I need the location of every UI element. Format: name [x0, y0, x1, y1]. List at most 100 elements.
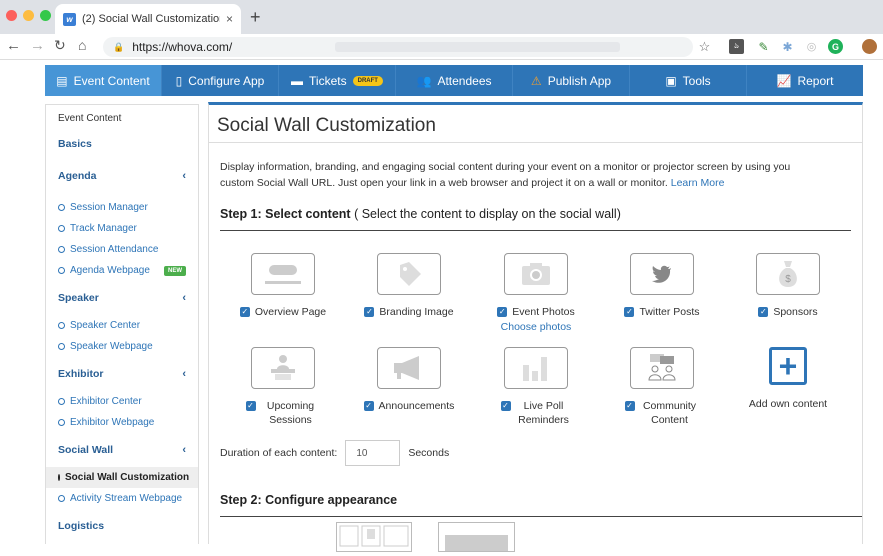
- chevron-left-icon: ‹: [182, 170, 186, 182]
- close-window-button[interactable]: [6, 10, 17, 21]
- camera-icon: [504, 253, 568, 295]
- checkbox-checked[interactable]: ✓: [497, 307, 508, 317]
- reload-icon[interactable]: ↻: [54, 37, 66, 54]
- sidebar-section-exhibitor[interactable]: Exhibitor ‹: [46, 357, 198, 391]
- tab-close-icon[interactable]: ×: [226, 12, 233, 26]
- url-redacted: [335, 42, 620, 52]
- nav-event-content[interactable]: ▤ Event Content: [45, 65, 162, 96]
- content-card-announcements[interactable]: ✓ Announcements: [354, 347, 464, 413]
- nav-publish-app[interactable]: ⚠ Publish App: [513, 65, 630, 96]
- sidebar-section-basics[interactable]: Basics: [46, 133, 198, 155]
- nav-attendees[interactable]: 👥 Attendees: [396, 65, 513, 96]
- overview-icon: [251, 253, 315, 295]
- content-card-upcoming-sessions[interactable]: ✓ Upcoming Sessions: [228, 347, 338, 427]
- layout-option-single[interactable]: [438, 522, 515, 552]
- layout-option-grid[interactable]: [336, 522, 412, 552]
- podium-icon: [251, 347, 315, 389]
- sidebar-item-exhibitor-center[interactable]: Exhibitor Center: [46, 391, 198, 412]
- circle-icon: [58, 343, 65, 350]
- svg-text:$: $: [785, 274, 791, 285]
- extension-icon[interactable]: ঌ: [729, 39, 744, 54]
- plus-icon[interactable]: +: [769, 347, 807, 385]
- sidebar-item-social-wall-customization[interactable]: Social Wall Customization: [46, 467, 198, 488]
- add-own-content-card[interactable]: + Add own content: [733, 347, 843, 411]
- circle-icon: [58, 419, 65, 426]
- extension-circle-icon[interactable]: ◎: [804, 39, 819, 54]
- content-card-twitter-posts[interactable]: ✓ Twitter Posts: [607, 253, 717, 319]
- sidebar-section-agenda[interactable]: Agenda ‹: [46, 155, 198, 197]
- maximize-window-button[interactable]: [40, 10, 51, 21]
- sidebar-item-session-manager[interactable]: Session Manager: [46, 197, 198, 218]
- megaphone-icon: [377, 347, 441, 389]
- duration-label: Duration of each content:: [220, 447, 338, 459]
- circle-icon: [58, 322, 65, 329]
- checkbox-checked[interactable]: ✓: [239, 307, 250, 317]
- whova-favicon-icon: w: [63, 12, 76, 26]
- warning-icon: ⚠: [530, 73, 542, 88]
- home-icon[interactable]: ⌂: [78, 37, 86, 53]
- grammarly-icon[interactable]: G: [828, 39, 843, 54]
- browser-tab-bar: w (2) Social Wall Customization - × +: [0, 0, 883, 34]
- circle-icon: [58, 474, 60, 481]
- window-controls: [6, 10, 51, 21]
- choose-photos-link[interactable]: Choose photos: [481, 321, 591, 333]
- circle-icon: [58, 246, 65, 253]
- lock-icon: 🔒: [113, 41, 125, 52]
- minimize-window-button[interactable]: [23, 10, 34, 21]
- draft-badge: DRAFT: [352, 75, 383, 86]
- address-bar[interactable]: 🔒 https://whova.com/: [103, 37, 693, 57]
- checkbox-checked[interactable]: ✓: [245, 401, 256, 411]
- url-text: https://whova.com/: [132, 40, 233, 54]
- checkbox-checked[interactable]: ✓: [500, 401, 511, 411]
- sidebar-section-social-wall[interactable]: Social Wall ‹: [46, 433, 198, 467]
- content-card-community-content[interactable]: ✓ Community Content: [607, 347, 717, 427]
- sidebar-item-agenda-webpage[interactable]: Agenda Webpage NEW: [46, 260, 198, 281]
- people-icon: 👥: [416, 73, 432, 88]
- bookmark-star-icon[interactable]: ☆: [697, 39, 712, 54]
- forward-icon[interactable]: →: [30, 37, 45, 54]
- sidebar-item-exhibitor-webpage[interactable]: Exhibitor Webpage: [46, 412, 198, 433]
- nav-configure-app[interactable]: ▯ Configure App: [162, 65, 279, 96]
- sidebar-section-logistics[interactable]: Logistics: [46, 509, 198, 543]
- sidebar-item-activity-stream-webpage[interactable]: Activity Stream Webpage: [46, 488, 198, 509]
- content-card-sponsors[interactable]: $ ✓ Sponsors: [733, 253, 843, 319]
- duration-setting: Duration of each content: 10 Seconds: [220, 440, 449, 466]
- checkbox-checked[interactable]: ✓: [624, 307, 635, 317]
- browser-tab[interactable]: w (2) Social Wall Customization - ×: [55, 4, 241, 34]
- extension-puzzle-icon[interactable]: ✱: [780, 39, 795, 54]
- content-card-branding-image[interactable]: ✓ Branding Image: [354, 253, 464, 319]
- new-tab-button[interactable]: +: [250, 7, 261, 28]
- checkbox-checked[interactable]: ✓: [624, 401, 635, 411]
- content-card-live-poll-reminders[interactable]: ✓ Live Poll Reminders: [481, 347, 591, 427]
- content-card-event-photos[interactable]: ✓ Event Photos Choose photos: [481, 253, 591, 333]
- sidebar: Event Content Basics Agenda ‹ Session Man…: [45, 104, 199, 544]
- duration-unit: Seconds: [408, 447, 450, 459]
- sidebar-item-speaker-center[interactable]: Speaker Center: [46, 315, 198, 336]
- profile-avatar[interactable]: [862, 39, 877, 54]
- checkbox-checked[interactable]: ✓: [364, 307, 375, 317]
- main-panel: Social Wall Customization Display inform…: [208, 102, 863, 552]
- checkbox-checked[interactable]: ✓: [758, 307, 769, 317]
- nav-report[interactable]: 📈 Report: [747, 65, 863, 96]
- sidebar-item-session-attendance[interactable]: Session Attendance: [46, 239, 198, 260]
- chevron-left-icon: ‹: [182, 444, 186, 456]
- duration-input[interactable]: 10: [345, 440, 401, 466]
- page-title: Social Wall Customization: [209, 105, 862, 143]
- sidebar-section-speaker[interactable]: Speaker ‹: [46, 281, 198, 315]
- checkbox-checked[interactable]: ✓: [363, 401, 374, 411]
- phone-icon: ▯: [175, 73, 183, 88]
- nav-tools[interactable]: ▣ Tools: [630, 65, 747, 96]
- chevron-left-icon: ‹: [182, 292, 186, 304]
- money-bag-icon: $: [756, 253, 820, 295]
- learn-more-link[interactable]: Learn More: [671, 177, 725, 189]
- circle-icon: [58, 398, 65, 405]
- sidebar-item-speaker-webpage[interactable]: Speaker Webpage: [46, 336, 198, 357]
- twitter-icon: [630, 253, 694, 295]
- ticket-icon: ▬: [291, 73, 304, 88]
- content-card-overview-page[interactable]: ✓ Overview Page: [228, 253, 338, 319]
- nav-tickets[interactable]: ▬ Tickets DRAFT: [279, 65, 396, 96]
- sidebar-item-track-manager[interactable]: Track Manager: [46, 218, 198, 239]
- back-icon[interactable]: ←: [6, 37, 21, 54]
- extension-pen-icon[interactable]: ✎: [756, 39, 771, 54]
- circle-icon: [58, 267, 65, 274]
